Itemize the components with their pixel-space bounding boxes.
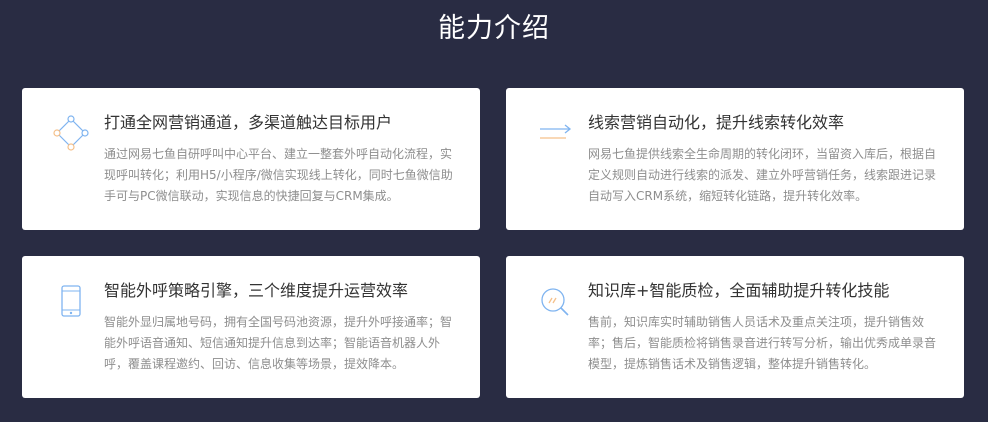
card-description: 售前，知识库实时辅助销售人员话术及重点关注项，提升销售效率；售后，智能质检将销售… (588, 315, 937, 371)
card-title: 智能外呼策略引擎，三个维度提升运营效率 (104, 281, 409, 300)
card-description: 网易七鱼提供线索全生命周期的转化闭环，当留资入库后，根据自定义规则自动进行线索的… (588, 147, 937, 203)
section-title: 能力介绍 (438, 13, 550, 44)
card-description: 通过网易七鱼自研呼叫中心平台、建立一整套外呼自动化流程，实现呼叫转化；利用H5/… (104, 147, 453, 203)
channel-network-icon (52, 114, 90, 152)
card-title: 知识库+智能质检，全面辅助提升转化技能 (588, 281, 890, 300)
card-title: 打通全网营销通道，多渠道触达目标用户 (104, 113, 393, 132)
capability-card-knowledge-qa: 知识库+智能质检，全面辅助提升转化技能 售前，知识库实时辅助销售人员话术及重点关… (506, 256, 964, 398)
capability-card-smart-dialing: 智能外呼策略引擎，三个维度提升运营效率 智能外显归属地号码，拥有全国号码池资源，… (22, 256, 480, 398)
capability-card-lead-automation: 线索营销自动化，提升线索转化效率 网易七鱼提供线索全生命周期的转化闭环，当留资入… (506, 88, 964, 230)
card-description: 智能外显归属地号码，拥有全国号码池资源，提升外呼接通率；智能外呼语音通知、短信通… (104, 315, 453, 371)
card-title: 线索营销自动化，提升线索转化效率 (588, 113, 845, 132)
capabilities-section: 能力介绍 打通全网营销通道，多渠道触达目标用户 通过网易七鱼自研呼叫中心平台、建… (0, 0, 988, 422)
mobile-phone-icon (52, 282, 90, 320)
capability-card-channels: 打通全网营销通道，多渠道触达目标用户 通过网易七鱼自研呼叫中心平台、建立一整套外… (22, 88, 480, 230)
quality-search-icon (536, 282, 574, 320)
transfer-arrows-icon (536, 114, 574, 152)
